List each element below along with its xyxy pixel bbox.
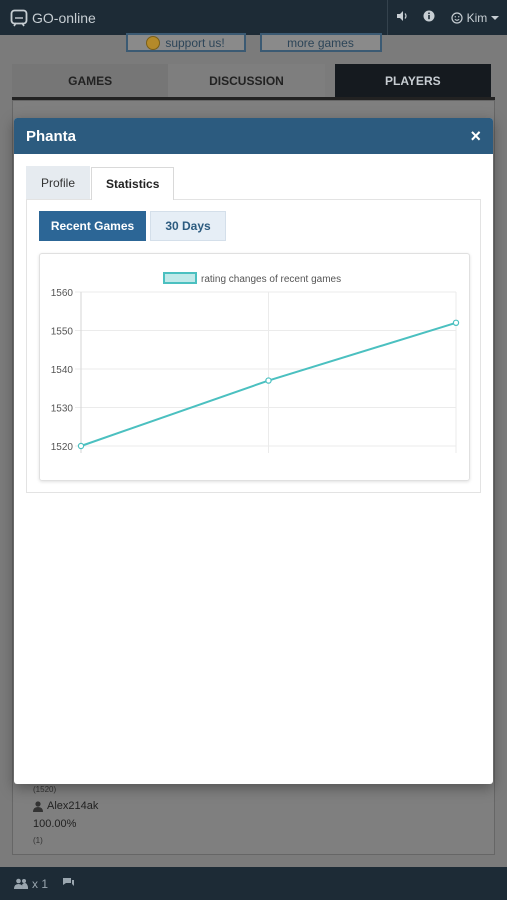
user-icon	[33, 800, 43, 812]
player-name: Alex214ak	[47, 800, 99, 812]
stats-subtabs: Recent Games 30 Days	[39, 211, 468, 241]
support-label: support us!	[165, 35, 225, 50]
close-button[interactable]: ×	[470, 127, 481, 145]
modal-body: Profile Statistics Recent Games 30 Days …	[14, 154, 493, 493]
y-tick-label: 1550	[51, 327, 74, 338]
list-item[interactable]: Alex214ak	[33, 800, 98, 812]
smiley-icon	[450, 11, 463, 24]
data-point	[77, 442, 85, 450]
rating-chart-svg: rating changes of recent games 1520 1530 15…	[51, 272, 460, 453]
main-tabs: GAMES DISCUSSION PLAYERS	[12, 64, 495, 100]
player-percent: 100.00%	[33, 818, 77, 830]
users-icon	[14, 878, 28, 889]
legend-label: rating changes of recent games	[201, 274, 341, 285]
topbar-controls: Kim	[387, 0, 507, 35]
user-menu[interactable]: Kim	[450, 10, 500, 25]
player-count: (1)	[33, 836, 43, 845]
more-games-label: more games	[287, 35, 354, 50]
data-point	[265, 377, 272, 384]
go-board-icon	[10, 9, 28, 26]
tab-statistics[interactable]: Statistics	[91, 167, 175, 200]
app-name: GO-online	[32, 9, 96, 26]
chat-icon[interactable]	[62, 877, 75, 891]
bottom-bar: x 1	[0, 867, 507, 900]
recent-games-button[interactable]: Recent Games	[39, 211, 146, 241]
online-users[interactable]: x 1	[14, 877, 48, 891]
user-name: Kim	[466, 10, 488, 25]
y-tick-label: 1530	[51, 404, 74, 415]
promo-row: support us! more games	[0, 33, 507, 53]
tab-profile[interactable]: Profile	[26, 166, 91, 199]
caret-down-icon	[491, 15, 500, 20]
statistics-panel: Recent Games 30 Days rating changes of r…	[26, 199, 481, 493]
modal-title: Phanta	[26, 127, 77, 145]
info-icon[interactable]	[423, 10, 435, 25]
data-point	[452, 319, 460, 327]
y-tick-label: 1520	[51, 442, 74, 453]
speaker-icon[interactable]	[396, 10, 408, 25]
rating-chart: rating changes of recent games 1520 1530 15…	[39, 253, 470, 481]
users-count: x 1	[32, 876, 49, 891]
top-navbar: GO-online Kim	[0, 0, 507, 35]
modal-header: Phanta ×	[14, 118, 493, 154]
more-games-button[interactable]: more games	[259, 33, 382, 52]
y-tick-label: 1540	[51, 365, 74, 376]
y-tick-label: 1560	[51, 288, 74, 299]
tab-games[interactable]: GAMES	[12, 64, 169, 97]
modal-tabs: Profile Statistics	[26, 166, 481, 200]
legend-swatch	[163, 272, 197, 284]
support-button[interactable]: support us!	[125, 33, 246, 52]
tab-discussion[interactable]: DISCUSSION	[168, 64, 325, 97]
app-logo[interactable]: GO-online	[10, 9, 96, 27]
player-rating: (1520)	[33, 785, 57, 794]
tab-players[interactable]: PLAYERS	[334, 64, 491, 97]
player-modal: Phanta × Profile Statistics Recent Games…	[14, 118, 493, 784]
player-list: (1520) Alex214ak 100.00% (1)	[33, 785, 98, 851]
thirty-days-button[interactable]: 30 Days	[150, 211, 226, 241]
coin-icon	[146, 35, 161, 50]
